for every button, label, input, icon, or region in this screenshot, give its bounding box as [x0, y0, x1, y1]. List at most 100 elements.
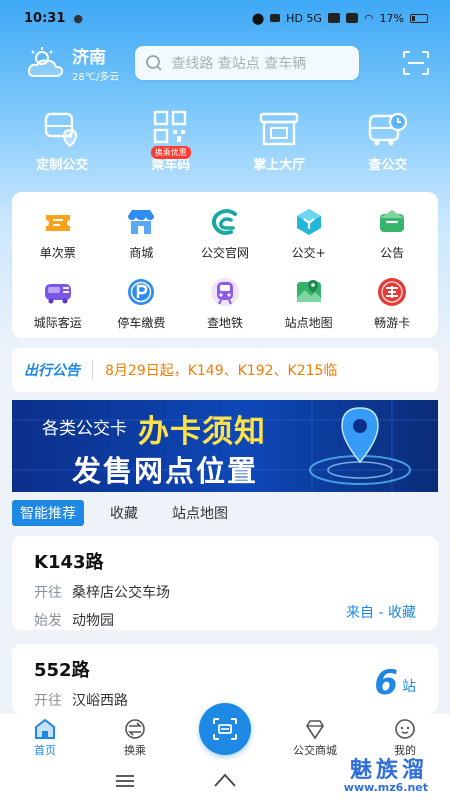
- city-name: 济南: [72, 48, 106, 68]
- banner-highlight: 办卡须知: [138, 414, 266, 450]
- signal-icon-2: [345, 13, 358, 23]
- battery-icon: [410, 13, 428, 23]
- grid-label: 停车缴费: [117, 316, 166, 330]
- location-icon: ⬤: [251, 11, 265, 25]
- service-grid: 单次票 商城 公交官网 公交+ 公告 城际客运 停车缴费 查地铁 站点地图 畅游…: [16, 202, 434, 334]
- scan-button[interactable]: [400, 47, 432, 79]
- grid-bus-plus[interactable]: 公交+: [267, 202, 351, 264]
- grid-label: 公告: [380, 246, 405, 260]
- nav-transfer[interactable]: 换乘: [95, 718, 175, 758]
- parking-icon: [128, 279, 155, 305]
- map-icon: [296, 280, 321, 302]
- search-icon: [146, 55, 162, 71]
- status-bar: 10:31 ● ⬤ HD 5G ◠ 17%: [0, 0, 450, 36]
- quick-qr-code[interactable]: 换乘优惠 乘车码: [123, 110, 219, 180]
- profile-icon: [395, 719, 415, 739]
- route-destination: 开往 桑梓店公交车场: [34, 582, 416, 602]
- home-icon: [35, 718, 55, 739]
- grid-metro[interactable]: 查地铁: [183, 272, 267, 334]
- route-card[interactable]: K143路 开往 桑梓店公交车场 始发 动物园 来自 - 收藏: [12, 536, 438, 630]
- recommend-tabs: 智能推荐 收藏 站点地图: [12, 500, 438, 526]
- cloud-sun-icon: [27, 47, 64, 77]
- watermark-url: www.mz6.net: [343, 781, 428, 794]
- nav-label: 首页: [34, 744, 56, 757]
- notice-logo: 出行公告: [24, 363, 80, 379]
- nav-profile[interactable]: 我的: [365, 718, 445, 758]
- qr-badge: 换乘优惠: [150, 146, 191, 159]
- notice-text: 8月29日起，K149、K192、K215临: [105, 363, 338, 379]
- origin-label: 始发: [34, 613, 62, 629]
- grid-intercity[interactable]: 城际客运: [16, 272, 100, 334]
- custom-bus-icon: [45, 112, 78, 148]
- route-name: K143路: [34, 552, 104, 573]
- notice-divider: [92, 360, 93, 380]
- stops-number: 6: [374, 663, 398, 703]
- watermark-title: 魅族溜: [349, 758, 428, 783]
- grid-store[interactable]: 商城: [100, 202, 184, 264]
- origin-value: 动物园: [72, 613, 114, 629]
- search-placeholder: 查线路 查站点 查车辆: [171, 56, 307, 72]
- intercity-icon: [44, 284, 71, 304]
- wechat-icon: ●: [73, 11, 83, 25]
- grid-label: 公交官网: [200, 246, 249, 260]
- mall-icon: [306, 720, 324, 740]
- service-hall-icon: [260, 112, 299, 146]
- quick-label: 定制公交: [36, 158, 89, 173]
- transfer-icon: [125, 719, 145, 739]
- menu-icon[interactable]: [115, 774, 135, 788]
- weather-widget[interactable]: 济南 28℃/多云: [26, 43, 119, 83]
- tab-station-map[interactable]: 站点地图: [164, 500, 236, 526]
- nav-scan[interactable]: [185, 703, 265, 755]
- grid-label: 城际客运: [33, 316, 82, 330]
- grid-notice[interactable]: 公告: [350, 202, 434, 264]
- grid-tour-card[interactable]: 畅游卡: [350, 272, 434, 334]
- tab-favorites[interactable]: 收藏: [102, 500, 146, 526]
- vibrate-icon: [270, 14, 281, 22]
- grid-parking[interactable]: 停车缴费: [100, 272, 184, 334]
- scan-center-button[interactable]: [199, 703, 251, 755]
- route-source-link[interactable]: 来自 - 收藏: [346, 602, 416, 622]
- bus-plus-icon: [296, 209, 321, 235]
- grid-label: 商城: [129, 246, 154, 260]
- scan-icon: [403, 51, 429, 75]
- nav-label: 公交商城: [293, 744, 337, 757]
- notice-icon: [380, 210, 405, 232]
- search-input[interactable]: 查线路 查站点 查车辆: [135, 46, 360, 80]
- quick-actions: 定制公交 换乘优惠 乘车码 掌上大厅 查公交: [0, 110, 450, 180]
- quick-bus-search[interactable]: 查公交: [340, 110, 436, 180]
- nav-mall[interactable]: 公交商城: [275, 718, 355, 758]
- notice-bar[interactable]: 出行公告 8月29日起，K149、K192、K215临: [12, 348, 438, 392]
- tab-smart-recommend[interactable]: 智能推荐: [12, 500, 84, 526]
- website-icon: [211, 209, 237, 235]
- grid-station-map[interactable]: 站点地图: [267, 272, 351, 334]
- nav-label: 换乘: [124, 744, 146, 757]
- grid-label: 站点地图: [284, 316, 333, 330]
- grid-website[interactable]: 公交官网: [183, 202, 267, 264]
- stops-unit: 站: [402, 679, 416, 695]
- status-right: ⬤ HD 5G ◠ 17%: [252, 12, 428, 25]
- quick-label: 掌上大厅: [253, 158, 306, 173]
- quick-service-hall[interactable]: 掌上大厅: [231, 110, 327, 180]
- app-header: 济南 28℃/多云 查线路 查站点 查车辆: [0, 40, 450, 86]
- grid-single-ticket[interactable]: 单次票: [16, 202, 100, 264]
- destination-value: 桑梓店公交车场: [72, 585, 170, 601]
- route-name: 552路: [34, 660, 90, 681]
- ticket-icon: [45, 215, 70, 231]
- battery-label: 17%: [379, 11, 404, 25]
- site-watermark: 魅族溜 www.mz6.net: [343, 758, 428, 794]
- nav-home[interactable]: 首页: [5, 718, 85, 758]
- quick-label: 查公交: [368, 158, 408, 173]
- grid-label: 畅游卡: [374, 316, 411, 330]
- bottom-navigation: 首页 换乘 公交商城 我的: [0, 703, 450, 762]
- banner-line1: 各类公交卡: [42, 419, 127, 439]
- store-icon: [128, 210, 155, 234]
- status-time: 10:31: [24, 10, 66, 26]
- banner-line2: 发售网点位置: [72, 454, 259, 488]
- destination-label: 开往: [34, 585, 62, 601]
- grid-label: 查地铁: [206, 316, 243, 330]
- quick-custom-bus[interactable]: 定制公交: [14, 110, 110, 180]
- promo-banner[interactable]: 各类公交卡 办卡须知 发售网点位置: [12, 400, 438, 492]
- home-nav-icon[interactable]: [213, 772, 237, 788]
- weather-temp: 28℃/多云: [72, 72, 120, 83]
- weather-text: 济南 28℃/多云: [72, 43, 119, 83]
